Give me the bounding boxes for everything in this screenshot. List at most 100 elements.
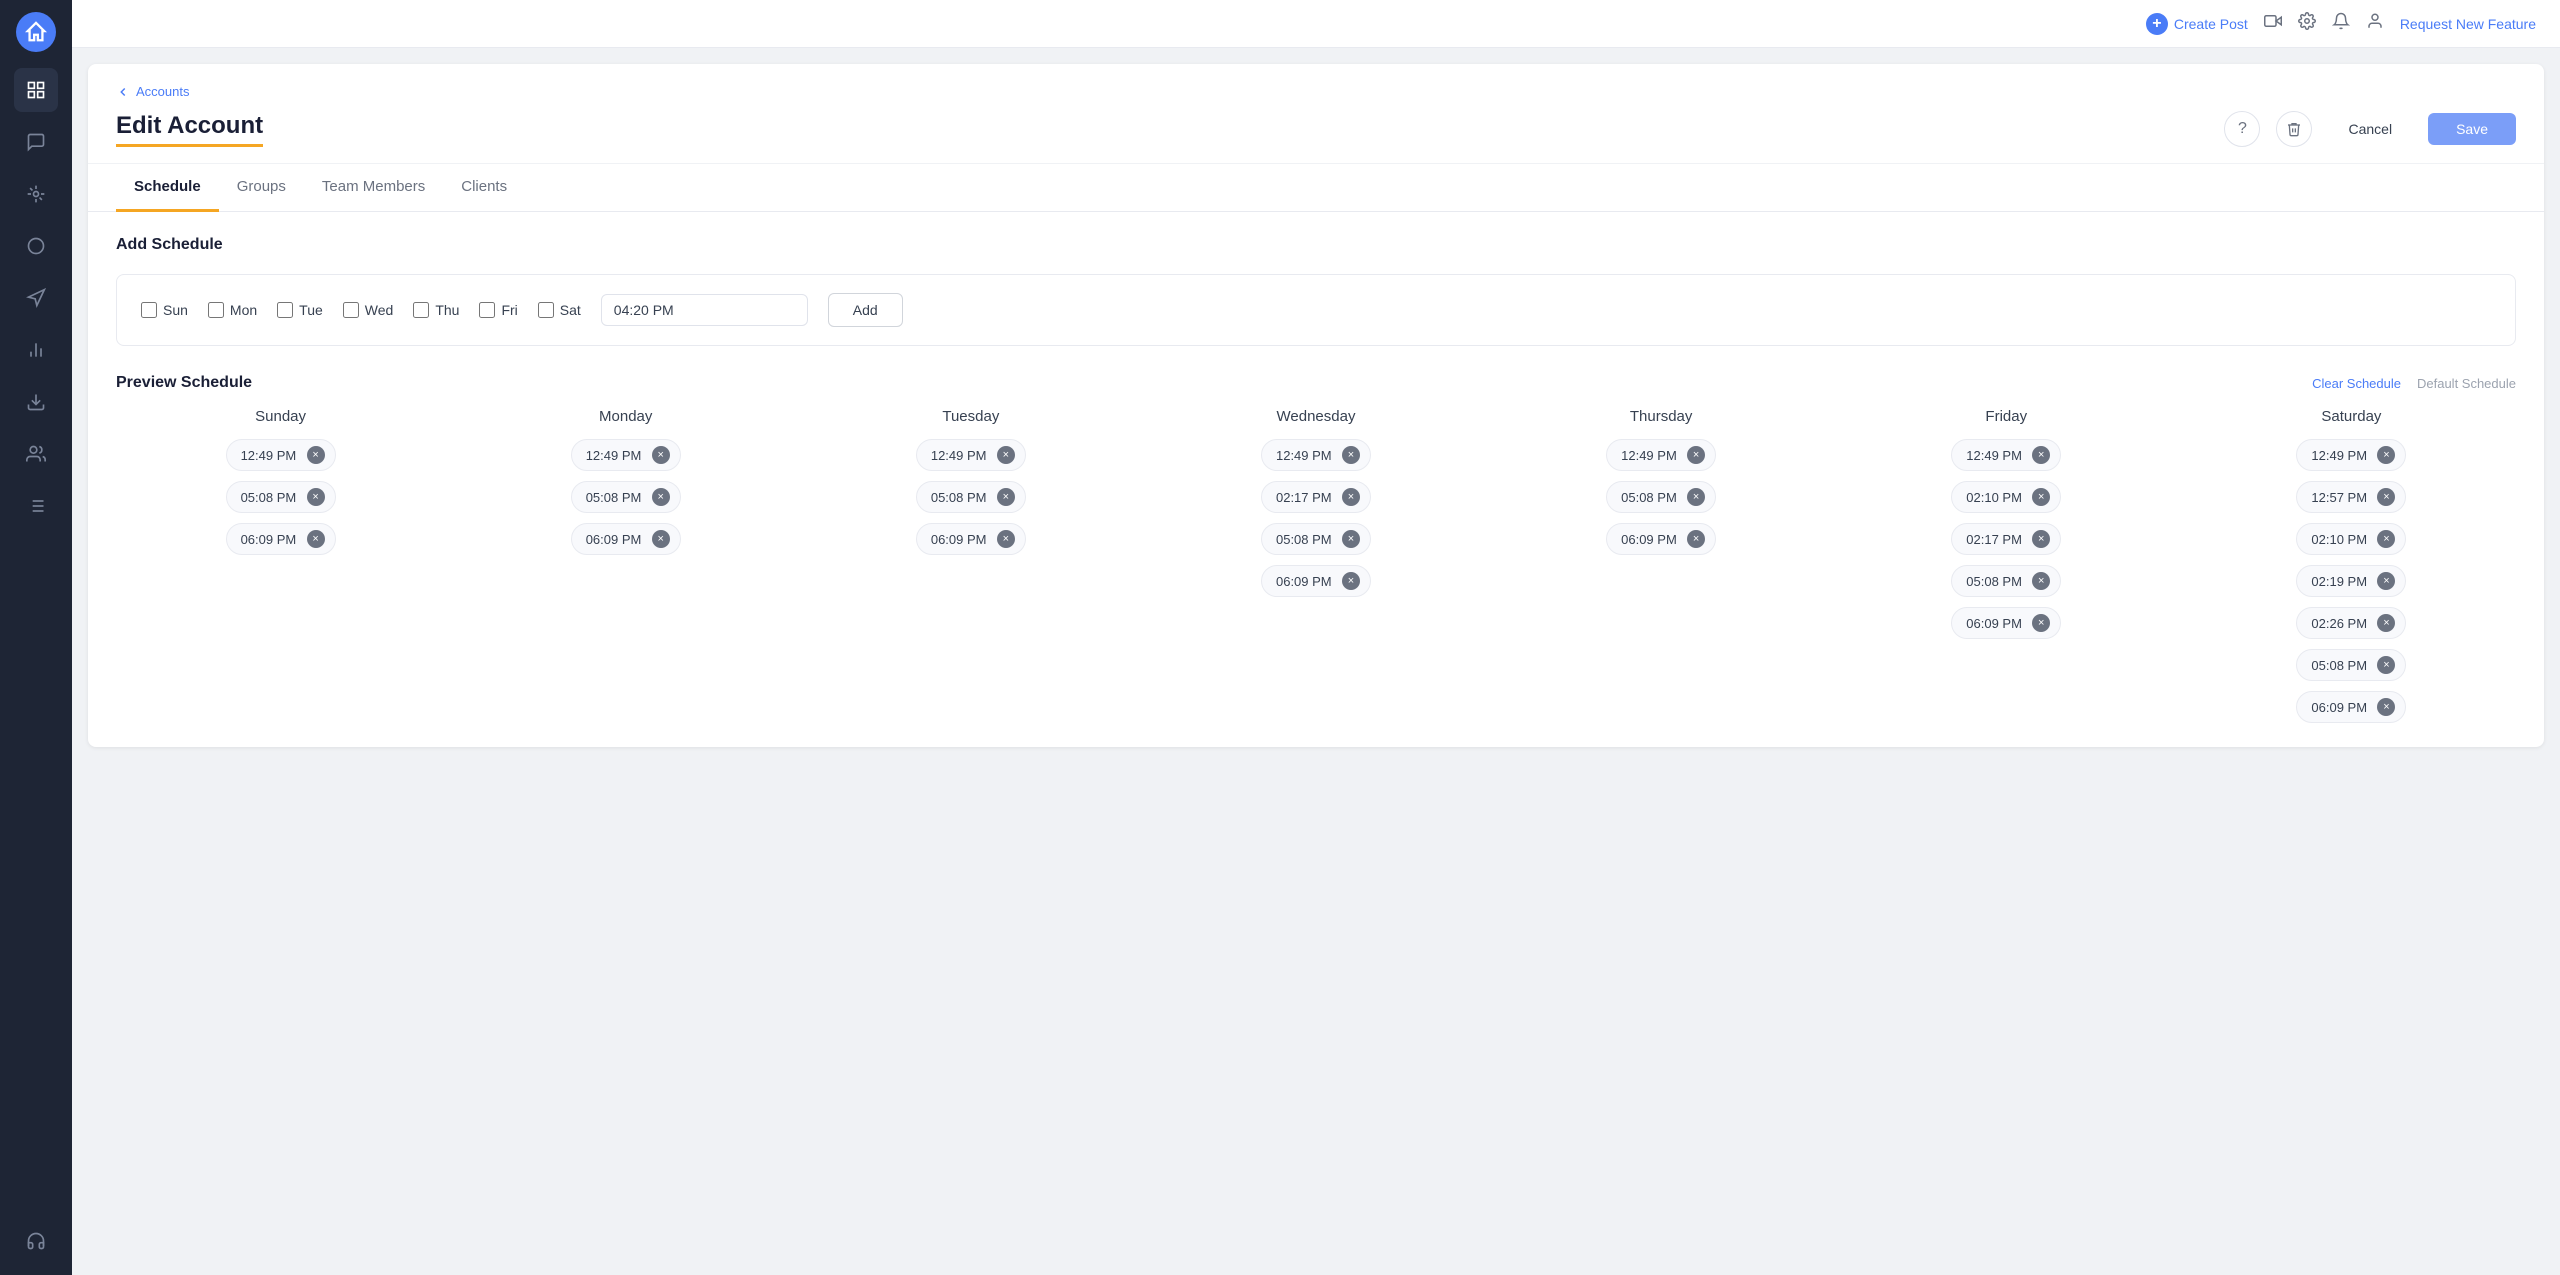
edit-account-card: Accounts Edit Account ? Cancel Save [88,64,2544,747]
time-slot: 06:09 PM × [571,523,681,555]
time-slot: 02:10 PM× [1951,481,2061,513]
day-column-monday: Monday12:49 PM×05:08 PM×06:09 PM× [461,408,790,723]
checkbox-mon-input[interactable] [208,302,224,318]
checkbox-wed[interactable]: Wed [343,302,394,318]
checkbox-fri-input[interactable] [479,302,495,318]
sidebar-item-network[interactable] [14,172,58,216]
tab-groups[interactable]: Groups [219,164,304,212]
time-slot-remove-button[interactable]: × [2032,572,2050,590]
sidebar-item-dashboard[interactable] [14,68,58,112]
time-slot-label: 06:09 PM [586,532,642,547]
day-column-thursday: Thursday12:49 PM×05:08 PM×06:09 PM× [1497,408,1826,723]
user-icon[interactable] [2366,12,2384,35]
time-slot-remove-button[interactable]: × [307,446,325,464]
tabs: Schedule Groups Team Members Clients [88,164,2544,212]
time-slot-label: 12:49 PM [2311,448,2367,463]
main-area: + Create Post Request New [72,0,2560,1275]
sidebar-item-downloads[interactable] [14,380,58,424]
checkbox-wed-input[interactable] [343,302,359,318]
save-button[interactable]: Save [2428,113,2516,145]
delete-button[interactable] [2276,111,2312,147]
time-slot-remove-button[interactable]: × [997,488,1015,506]
checkbox-thu-input[interactable] [413,302,429,318]
checkbox-tue-input[interactable] [277,302,293,318]
time-slot-remove-button[interactable]: × [1342,488,1360,506]
time-slot: 12:49 PM× [1951,439,2061,471]
add-schedule-button[interactable]: Add [828,293,903,327]
default-schedule-button[interactable]: Default Schedule [2417,376,2516,391]
time-slot-remove-button[interactable]: × [2032,446,2050,464]
checkbox-thu[interactable]: Thu [413,302,459,318]
preview-header: Preview Schedule Clear Schedule Default … [116,374,2516,392]
time-slot: 12:49 PM × [1606,439,1716,471]
time-slot-remove-button[interactable]: × [2032,488,2050,506]
tab-team-members[interactable]: Team Members [304,164,443,212]
time-slot-remove-button[interactable]: × [1687,446,1705,464]
time-slot: 12:49 PM× [916,439,1026,471]
request-feature-link[interactable]: Request New Feature [2400,16,2536,32]
checkbox-sat-input[interactable] [538,302,554,318]
time-slot-remove-button[interactable]: × [1687,488,1705,506]
time-slot-remove-button[interactable]: × [2377,488,2395,506]
time-slot-remove-button[interactable]: × [2377,614,2395,632]
time-slot-remove-button[interactable]: × [652,530,670,548]
sidebar-item-analytics[interactable] [14,328,58,372]
time-slot: 02:10 PM× [2296,523,2406,555]
checkbox-sun-input[interactable] [141,302,157,318]
time-slot-label: 02:19 PM [2311,574,2367,589]
time-slot-remove-button[interactable]: × [652,488,670,506]
add-schedule-title: Add Schedule [116,236,2516,254]
clear-schedule-button[interactable]: Clear Schedule [2312,376,2401,391]
time-slot-label: 02:17 PM [1276,490,1332,505]
time-slot-remove-button[interactable]: × [997,446,1015,464]
sidebar-item-support[interactable] [14,1219,58,1263]
tab-schedule[interactable]: Schedule [116,164,219,212]
time-slot: 05:08 PM× [916,481,1026,513]
sidebar-item-campaigns[interactable] [14,276,58,320]
time-slot-label: 02:26 PM [2311,616,2367,631]
checkbox-mon-label: Mon [230,302,257,318]
checkbox-tue[interactable]: Tue [277,302,323,318]
tab-clients[interactable]: Clients [443,164,525,212]
time-slot-remove-button[interactable]: × [2032,614,2050,632]
day-column-tuesday: Tuesday12:49 PM×05:08 PM×06:09 PM× [806,408,1135,723]
time-slot-remove-button[interactable]: × [2377,698,2395,716]
video-icon[interactable] [2264,12,2282,35]
time-slot-label: 12:57 PM [2311,490,2367,505]
time-slot-remove-button[interactable]: × [2377,572,2395,590]
help-button[interactable]: ? [2224,111,2260,147]
checkbox-fri[interactable]: Fri [479,302,517,318]
time-slot: 06:09 PM× [226,523,336,555]
sidebar-item-lists[interactable] [14,484,58,528]
time-slot-remove-button[interactable]: × [652,446,670,464]
time-slot-remove-button[interactable]: × [2377,656,2395,674]
checkbox-sun[interactable]: Sun [141,302,188,318]
breadcrumb[interactable]: Accounts [116,84,2516,99]
time-slot-remove-button[interactable]: × [307,530,325,548]
sidebar-item-messages[interactable] [14,120,58,164]
cancel-button[interactable]: Cancel [2328,113,2412,145]
time-slot-label: 06:09 PM [1621,532,1677,547]
time-slot-remove-button[interactable]: × [997,530,1015,548]
sidebar-item-loop[interactable] [14,224,58,268]
create-post-button[interactable]: + Create Post [2146,13,2248,35]
topbar: + Create Post Request New [72,0,2560,48]
app-logo[interactable] [16,12,56,52]
checkbox-sat[interactable]: Sat [538,302,581,318]
time-slot-remove-button[interactable]: × [1342,572,1360,590]
edit-account-row: Edit Account ? Cancel Save [116,111,2516,147]
time-slot-remove-button[interactable]: × [1342,446,1360,464]
time-slot-remove-button[interactable]: × [2377,446,2395,464]
time-input[interactable] [601,294,808,326]
time-slot-remove-button[interactable]: × [1342,530,1360,548]
time-slot-remove-button[interactable]: × [2377,530,2395,548]
time-slot-label: 12:49 PM [1621,448,1677,463]
time-slot-remove-button[interactable]: × [2032,530,2050,548]
time-slot-remove-button[interactable]: × [1687,530,1705,548]
checkbox-mon[interactable]: Mon [208,302,257,318]
settings-icon[interactable] [2298,12,2316,35]
plus-icon: + [2146,13,2168,35]
time-slot-remove-button[interactable]: × [307,488,325,506]
notifications-icon[interactable] [2332,12,2350,35]
sidebar-item-team[interactable] [14,432,58,476]
